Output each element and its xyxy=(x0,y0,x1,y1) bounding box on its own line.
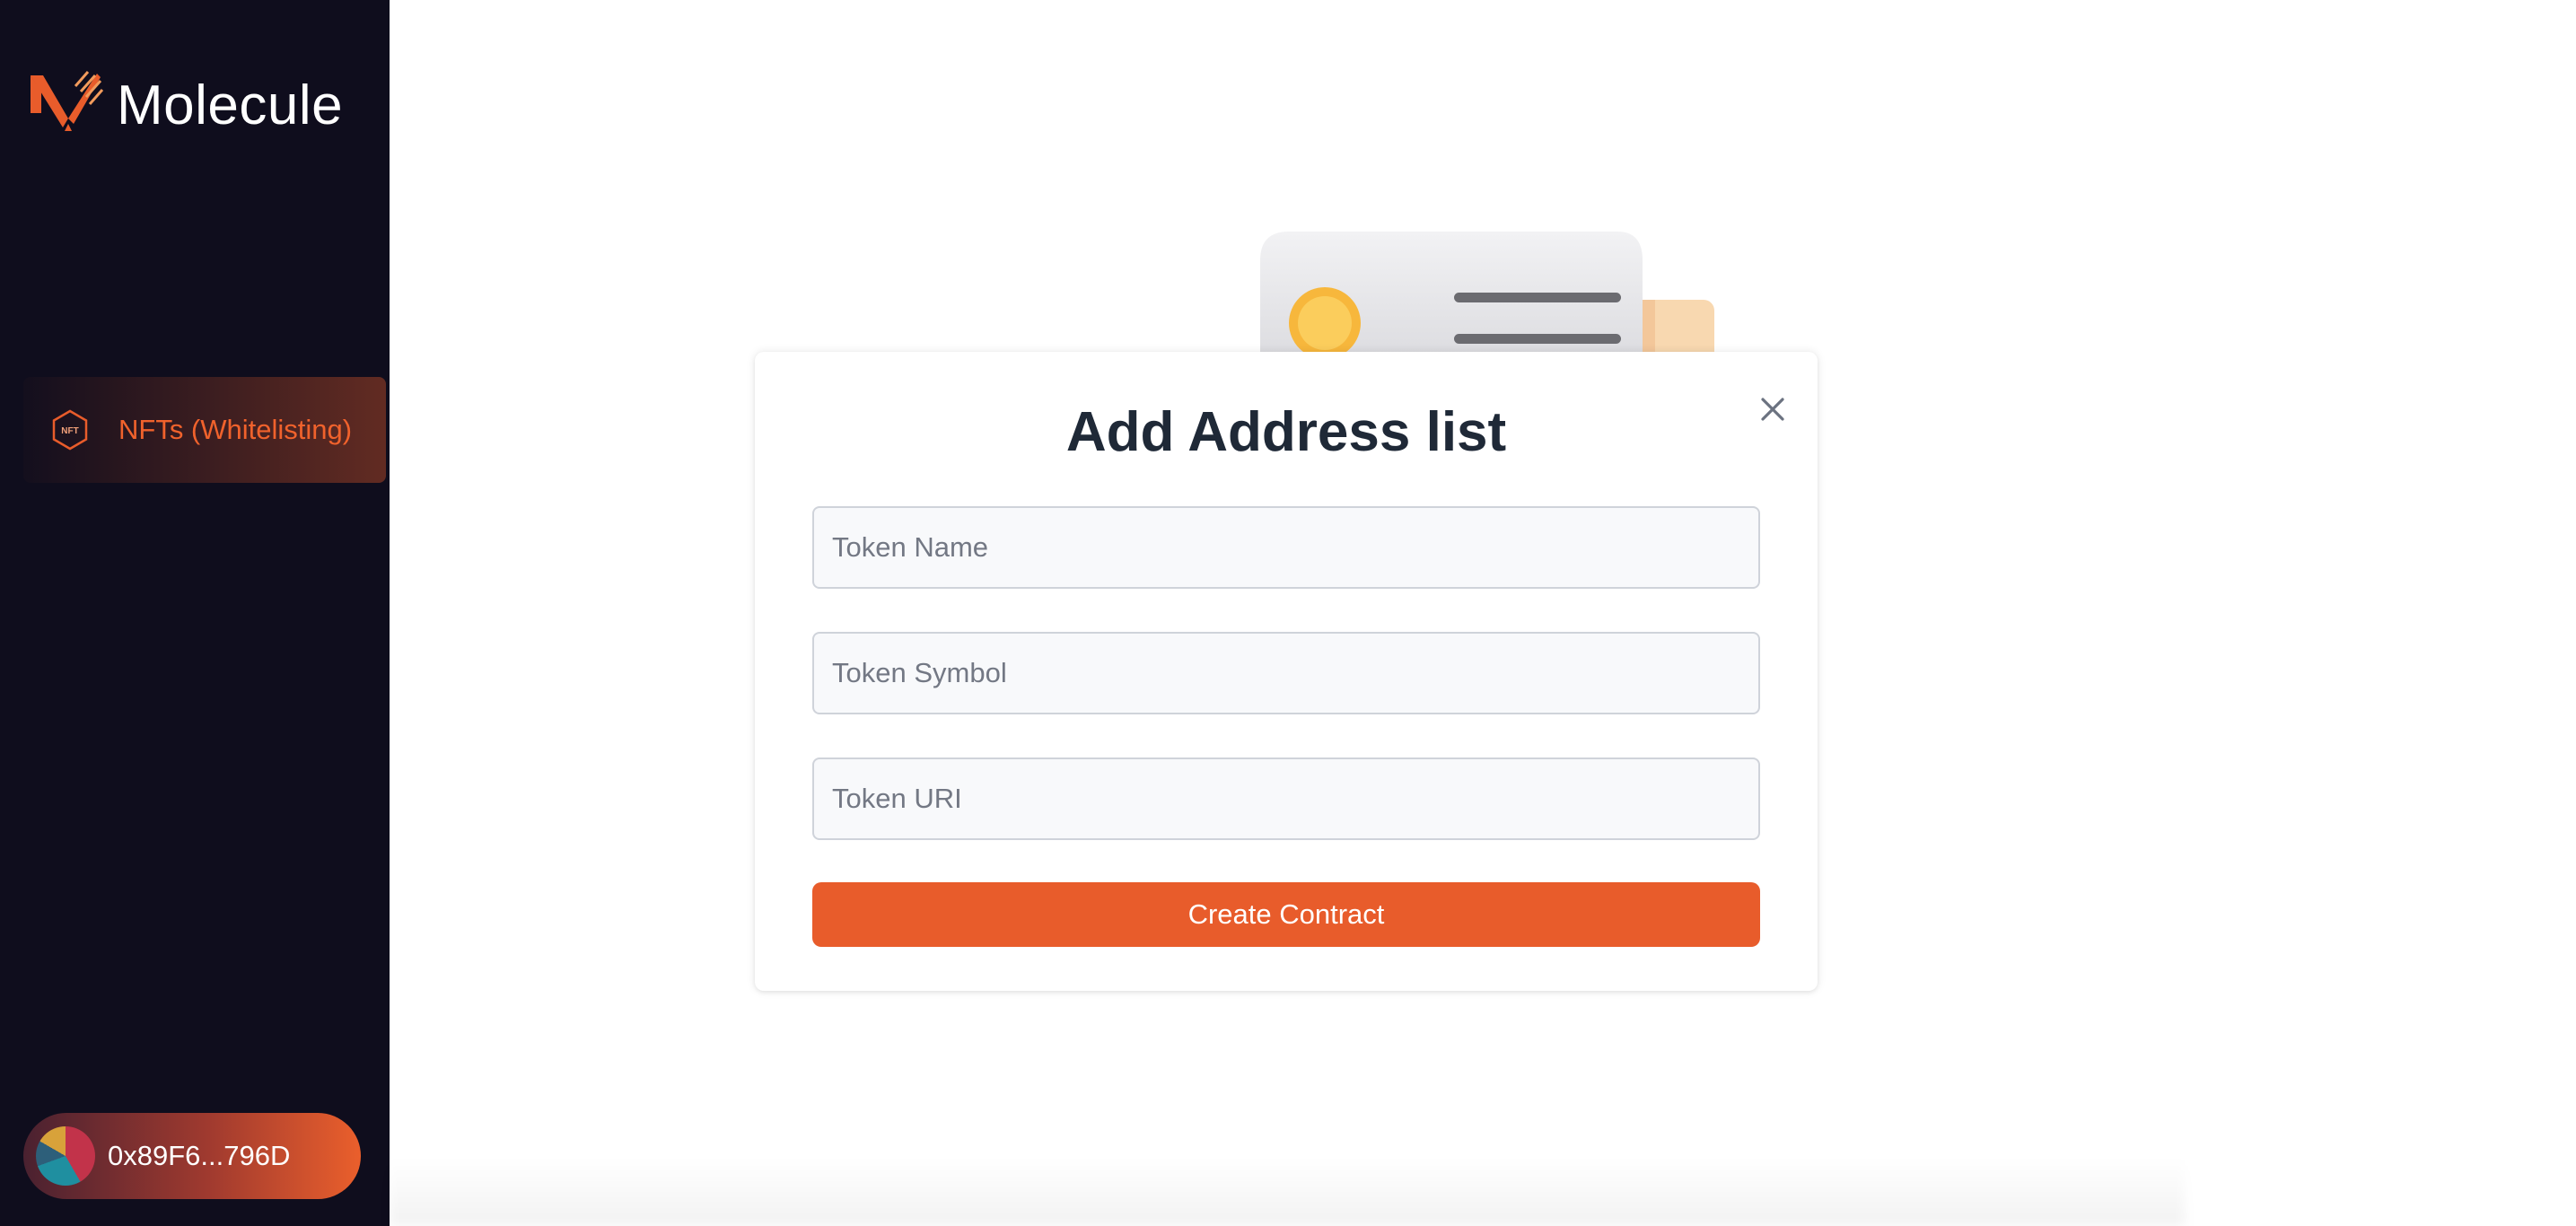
brand-logo[interactable]: Molecule xyxy=(29,68,343,142)
modal-title: Add Address list xyxy=(1065,401,1507,463)
wallet-button[interactable]: 0x89F6...796D xyxy=(23,1113,361,1199)
sidebar: Molecule NFT NFTs (Whitelisting) 0x89F6.… xyxy=(0,0,390,1226)
app-root: Molecule NFT NFTs (Whitelisting) 0x89F6.… xyxy=(0,0,2576,1226)
bottom-shadow xyxy=(390,1158,2185,1226)
wallet-address: 0x89F6...796D xyxy=(108,1140,291,1171)
brand-name: Molecule xyxy=(117,74,344,136)
token-symbol-input[interactable] xyxy=(812,632,1760,714)
molecule-logo-icon xyxy=(31,71,104,131)
add-address-list-modal: Add Address list Create Contract xyxy=(755,352,1818,991)
wallet-avatar-icon xyxy=(36,1126,95,1186)
create-contract-button[interactable]: Create Contract xyxy=(812,882,1760,947)
token-name-input[interactable] xyxy=(812,506,1760,589)
nft-hexagon-icon: NFT xyxy=(52,409,88,451)
nft-icon-text: NFT xyxy=(61,426,78,436)
certificate-illustration xyxy=(1260,232,1714,359)
sidebar-item-label: NFTs (Whitelisting) xyxy=(118,414,353,445)
token-uri-input[interactable] xyxy=(812,757,1760,840)
sidebar-item-nfts-whitelisting[interactable]: NFT NFTs (Whitelisting) xyxy=(23,377,386,483)
